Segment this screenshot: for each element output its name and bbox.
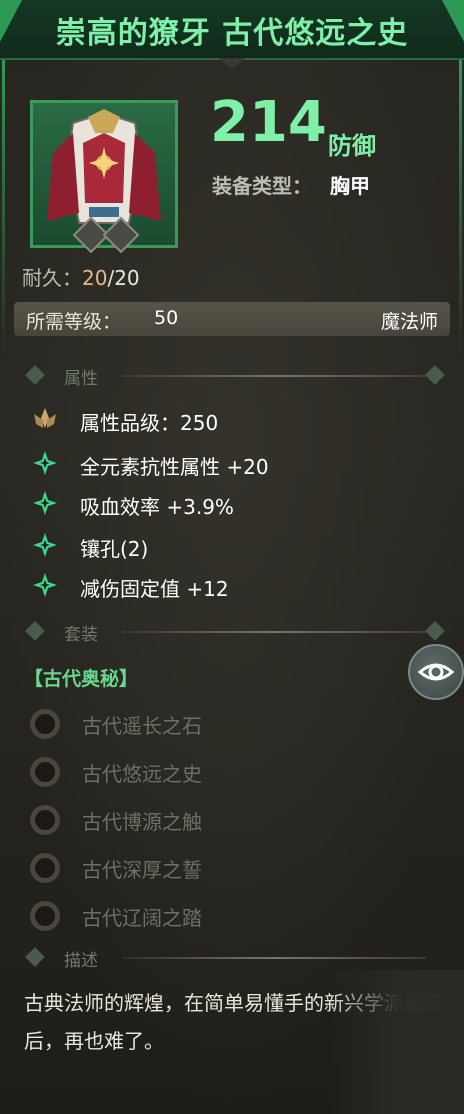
set-name: 【古代奥秘】 <box>24 668 139 690</box>
requirement-bar: 所需等级： 50 魔法师 <box>14 302 450 336</box>
description-fade <box>330 970 464 1114</box>
attribute-text: 减伤固定值 +12 <box>80 577 229 601</box>
durability: 耐久：20/20 <box>22 262 140 291</box>
attribute-row: 属性品级：250 <box>30 404 430 436</box>
section-divider <box>122 631 426 633</box>
item-title: 崇高的獠牙 古代悠远之史 <box>55 16 409 51</box>
diamond-icon <box>425 621 445 641</box>
section-label: 描述 <box>64 951 98 971</box>
defense-value: 214 <box>210 90 327 155</box>
set-piece: 古代博源之触 <box>30 802 330 835</box>
section-set: 套装 <box>24 618 445 646</box>
ring-icon <box>30 901 60 931</box>
defense-label: 防御 <box>328 132 376 160</box>
lotus-icon <box>34 408 56 428</box>
set-piece: 古代遥长之石 <box>30 706 330 739</box>
requirement-class: 魔法师 <box>380 311 438 333</box>
set-piece: 古代深厚之誓 <box>30 850 330 883</box>
diamond-icon <box>25 621 45 641</box>
diamond-icon <box>25 365 45 385</box>
set-piece-name: 古代深厚之誓 <box>82 858 202 882</box>
section-description: 描述 <box>24 944 444 972</box>
diamond-icon <box>25 947 45 967</box>
item-portrait <box>30 100 178 248</box>
equipment-type-label: 装备类型： <box>212 174 312 198</box>
attribute-row: 吸血效率 +3.9% <box>30 488 430 520</box>
frame-edge-right <box>459 60 462 360</box>
attribute-text: 全元素抗性属性 +20 <box>80 455 269 479</box>
ring-icon <box>30 805 60 835</box>
attribute-row: 全元素抗性属性 +20 <box>30 448 430 480</box>
eye-icon <box>417 663 455 681</box>
set-piece-name: 古代遥长之石 <box>82 714 202 738</box>
sparkle-icon <box>33 451 57 475</box>
attribute-row: 镶孔(2) <box>30 530 430 562</box>
set-piece-name: 古代博源之触 <box>82 810 202 834</box>
section-attributes: 属性 <box>24 362 445 390</box>
ring-icon <box>30 709 60 739</box>
sparkle-icon <box>33 533 57 557</box>
ring-icon <box>30 853 60 883</box>
section-label: 套装 <box>64 625 98 645</box>
section-divider <box>122 957 426 959</box>
set-piece: 古代悠远之史 <box>30 754 330 787</box>
attribute-row: 减伤固定值 +12 <box>30 570 430 602</box>
attribute-text: 吸血效率 +3.9% <box>80 495 234 519</box>
section-label: 属性 <box>64 369 98 389</box>
attribute-text: 属性品级：250 <box>80 411 219 435</box>
requirement-label: 所需等级： <box>26 311 122 333</box>
sparkle-icon <box>33 573 57 597</box>
attribute-text: 镶孔(2) <box>80 537 149 561</box>
chest-armor-icon <box>47 109 161 224</box>
durability-label: 耐久： <box>22 266 82 290</box>
section-divider <box>122 375 426 377</box>
diamond-icon <box>425 365 445 385</box>
equipment-type-value: 胸甲 <box>330 174 370 198</box>
durability-current: 20 <box>82 266 108 290</box>
set-piece: 古代辽阔之踏 <box>30 898 330 931</box>
ring-icon <box>30 757 60 787</box>
requirement-level: 50 <box>154 307 179 329</box>
frame-edge-left <box>2 60 5 360</box>
sparkle-icon <box>33 491 57 515</box>
view-set-button[interactable] <box>408 644 464 700</box>
item-header: 崇高的獠牙 古代悠远之史 <box>0 0 464 60</box>
set-piece-name: 古代辽阔之踏 <box>82 906 202 930</box>
durability-max: /20 <box>107 266 140 290</box>
set-piece-name: 古代悠远之史 <box>82 762 202 786</box>
